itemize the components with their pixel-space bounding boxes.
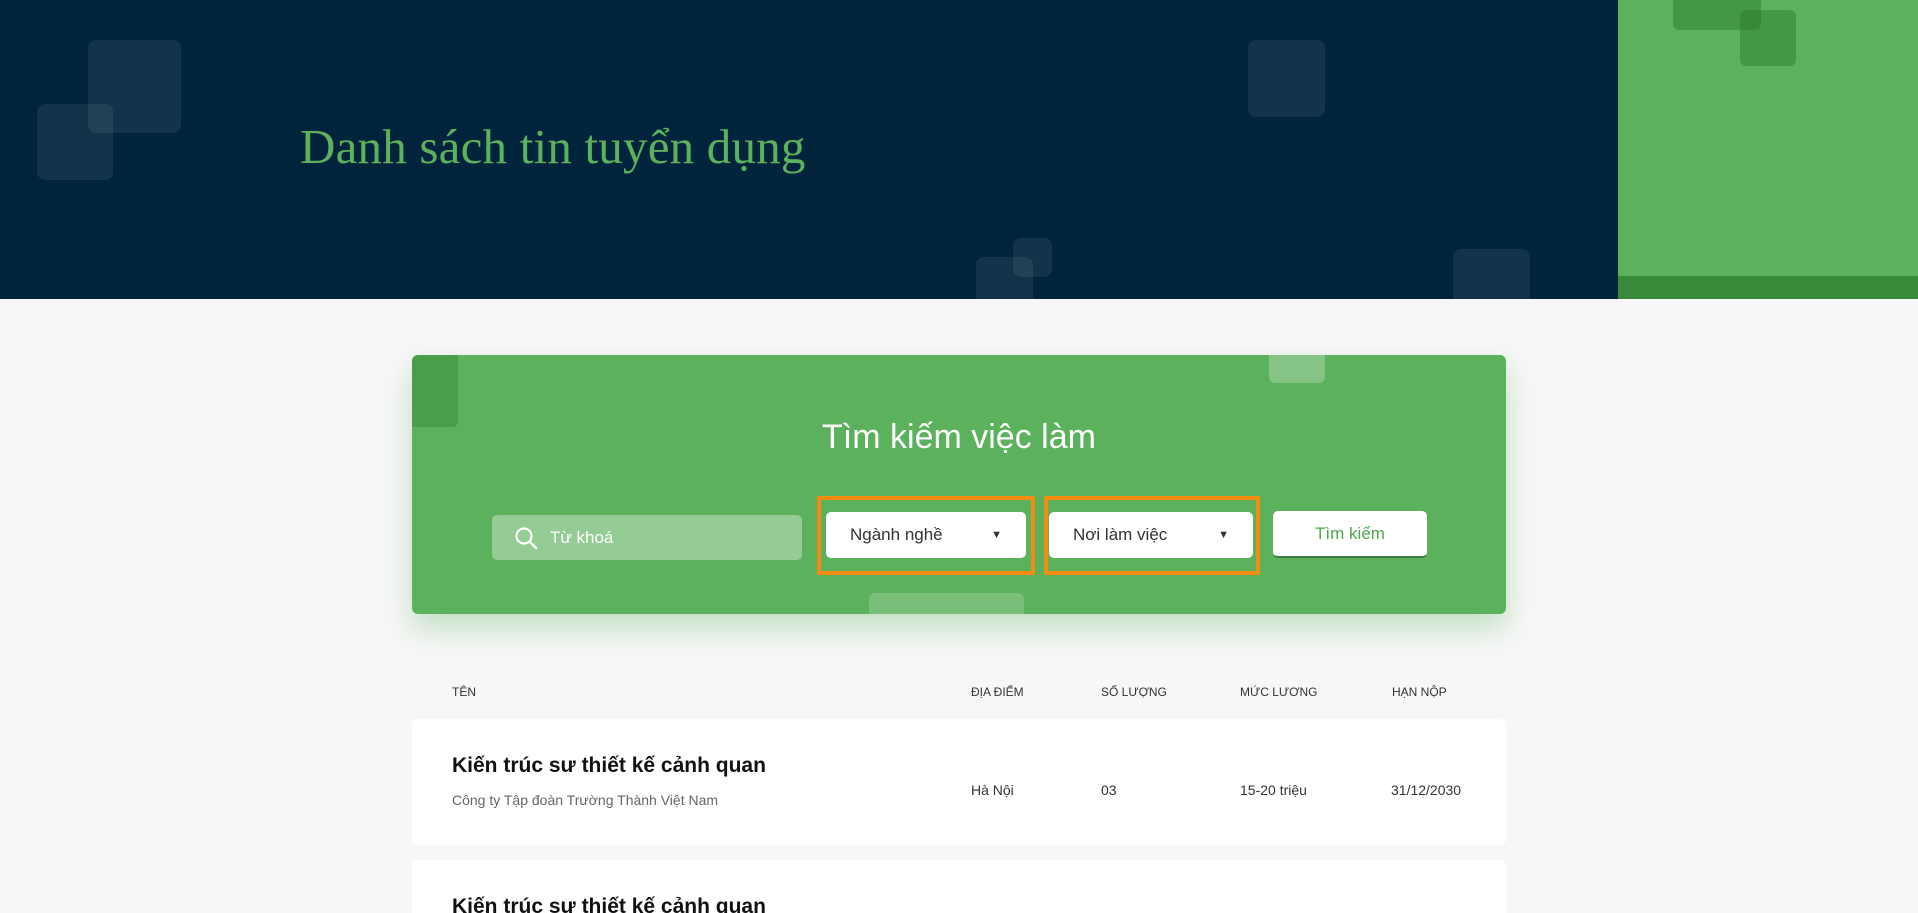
job-title[interactable]: Kiến trúc sư thiết kế cảnh quan [452,895,766,913]
decor-square [869,593,1024,614]
column-header-name: TÊN [452,685,476,699]
job-search-panel: Tìm kiếm việc làm Ngành nghề ▼ Nơi làm v… [412,355,1506,614]
search-button[interactable]: Tìm kiếm [1273,511,1427,558]
keyword-search-field[interactable] [492,515,802,560]
hero-side-panel [1618,0,1918,299]
column-header-deadline: HẠN NỘP [1392,685,1447,699]
job-quantity: 03 [1101,782,1117,798]
decor-square [1740,10,1796,66]
column-header-salary: MỨC LƯƠNG [1240,685,1318,699]
page-title: Danh sách tin tuyển dụng [300,119,806,174]
caret-down-icon: ▼ [991,529,1002,541]
category-select[interactable]: Ngành nghề ▼ [826,512,1026,558]
column-header-location: ĐỊA ĐIỂM [971,685,1024,699]
hero-side-strip [1618,276,1918,299]
caret-down-icon: ▼ [1218,529,1229,541]
keyword-input[interactable] [550,527,770,548]
job-deadline: 31/12/2030 [1391,782,1462,798]
search-icon [515,526,538,549]
category-select-value: Ngành nghề [850,525,943,544]
job-row[interactable]: Kiến trúc sư thiết kế cảnh quan [412,860,1506,913]
job-location: Hà Nội [971,782,1014,798]
decor-square [1453,249,1530,299]
decor-square [976,257,1033,299]
hero-banner: Danh sách tin tuyển dụng [0,0,1918,299]
job-company: Công ty Tập đoàn Trường Thành Việt Nam [452,792,719,808]
decor-square [1269,355,1325,383]
job-row[interactable]: Kiến trúc sư thiết kế cảnh quan Công ty … [412,719,1506,845]
job-title[interactable]: Kiến trúc sư thiết kế cảnh quan [452,754,766,778]
decor-square [1248,40,1325,117]
location-select[interactable]: Nơi làm việc ▼ [1049,512,1253,558]
job-table-header: TÊN ĐỊA ĐIỂM SỐ LƯỢNG MỨC LƯƠNG HẠN NỘP [412,685,1506,705]
search-panel-title: Tìm kiếm việc làm [822,418,1096,456]
column-header-quantity: SỐ LƯỢNG [1101,685,1167,699]
location-select-value: Nơi làm việc [1073,525,1168,544]
decor-square [37,104,113,180]
job-salary: 15-20 triệu [1240,782,1307,798]
decor-square [412,355,458,427]
